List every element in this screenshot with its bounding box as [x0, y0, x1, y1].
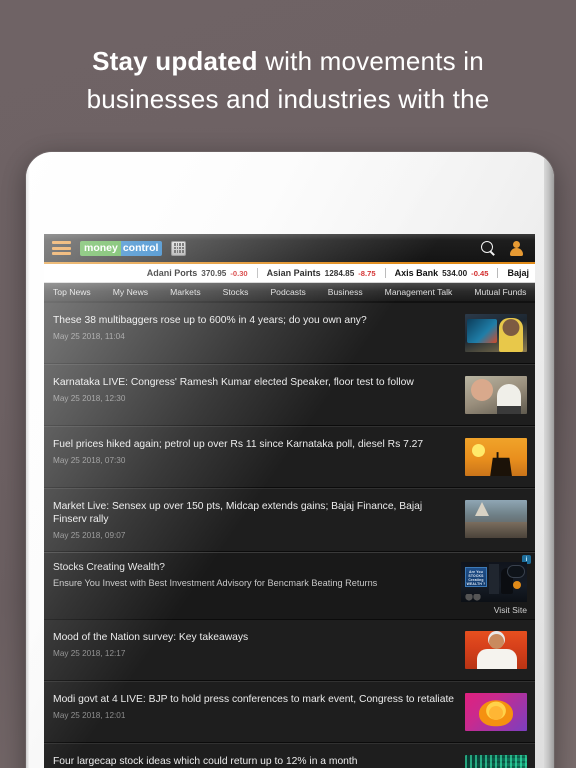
nav-tab-management-talk[interactable]: Management Talk	[374, 283, 464, 301]
news-thumbnail	[465, 376, 527, 414]
hamburger-bar	[52, 246, 71, 250]
ad-poster-text: Are You STOCKS Creating WEALTH ?	[466, 570, 486, 586]
news-thumbnail	[465, 500, 527, 538]
news-text-block: Mood of the Nation survey: Key takeaways…	[53, 631, 465, 658]
ad-title: Stocks Creating Wealth?	[53, 562, 165, 573]
news-date: May 25 2018, 12:17	[53, 649, 126, 658]
news-title: Modi govt at 4 LIVE: BJP to hold press c…	[53, 694, 455, 705]
news-title: Karnataka LIVE: Congress' Ramesh Kumar e…	[53, 377, 414, 388]
ticker-price: 370.95	[201, 269, 227, 278]
category-nav[interactable]: Top News My News Markets Stocks Podcasts…	[44, 283, 535, 303]
promo-headline: Stay updated with movements in businesse…	[0, 42, 576, 118]
ad-media-block: Are You STOCKS Creating WEALTH ? Visit S…	[453, 562, 527, 615]
news-title: Four largecap stock ideas which could re…	[53, 756, 358, 767]
moneycontrol-logo[interactable]: money control	[80, 240, 163, 256]
tablet-bezel-left	[26, 152, 30, 768]
news-text-block: Modi govt at 4 LIVE: BJP to hold press c…	[53, 693, 465, 720]
nav-tab-business[interactable]: Business	[317, 283, 374, 301]
sponsored-ad[interactable]: i Stocks Creating Wealth? Ensure You Inv…	[44, 552, 535, 620]
ad-creative-image: Are You STOCKS Creating WEALTH ?	[461, 562, 527, 602]
news-list-item[interactable]: Fuel prices hiked again; petrol up over …	[44, 426, 535, 488]
news-title: Fuel prices hiked again; petrol up over …	[53, 439, 424, 450]
logo-money-text: money	[80, 240, 121, 256]
header-actions	[481, 240, 527, 256]
ticker-item[interactable]: Asian Paints 1284.85 -8.75	[258, 268, 386, 278]
nav-tab-podcasts[interactable]: Podcasts	[259, 283, 316, 301]
ticker-item[interactable]: Axis Bank 534.00 -0.45	[386, 268, 499, 278]
news-title: Mood of the Nation survey: Key takeaways	[53, 632, 249, 643]
news-date: May 25 2018, 07:30	[53, 456, 126, 465]
news-thumbnail	[465, 438, 527, 476]
news-text-block: Fuel prices hiked again; petrol up over …	[53, 438, 465, 465]
news-text-block: These 38 multibaggers rose up to 600% in…	[53, 314, 465, 341]
news-list-item[interactable]: Four largecap stock ideas which could re…	[44, 743, 535, 768]
ad-poster: Are You STOCKS Creating WEALTH ?	[465, 567, 487, 587]
tablet-bezel-right	[544, 152, 554, 768]
ticker-name: Adani Ports	[146, 268, 198, 278]
hamburger-bar	[52, 241, 71, 244]
news-date: May 25 2018, 09:07	[53, 531, 126, 540]
tablet-device-frame: money control Adani Ports 370.95 -0.30 As…	[26, 152, 554, 768]
nav-tab-my-news[interactable]: My News	[102, 283, 159, 301]
nav-tab-stocks[interactable]: Stocks	[212, 283, 260, 301]
app-screen: money control Adani Ports 370.95 -0.30 As…	[44, 234, 535, 768]
promo-line-1-bold: Stay updated	[92, 46, 258, 76]
news-title: Market Live: Sensex up over 150 pts, Mid…	[53, 501, 423, 525]
news-text-block: Four largecap stock ideas which could re…	[53, 755, 465, 768]
promo-line-1: Stay updated with movements in	[36, 42, 540, 80]
news-date: May 25 2018, 11:04	[53, 332, 125, 341]
news-thumbnail	[465, 314, 527, 352]
news-list-item[interactable]: Modi govt at 4 LIVE: BJP to hold press c…	[44, 681, 535, 743]
ad-building-shape	[489, 564, 499, 594]
ad-speech-bubble	[507, 565, 525, 578]
news-thumbnail	[465, 693, 527, 731]
logo-control-text: control	[120, 240, 163, 256]
news-date: May 25 2018, 12:30	[53, 394, 126, 403]
ticker-change: -0.30	[230, 269, 248, 278]
ad-visit-site-link[interactable]: Visit Site	[494, 605, 527, 615]
stock-ticker[interactable]: Adani Ports 370.95 -0.30 Asian Paints 12…	[44, 264, 535, 283]
news-list: These 38 multibaggers rose up to 600% in…	[44, 303, 535, 768]
ticker-change: -8.75	[358, 269, 376, 278]
hamburger-menu-icon[interactable]	[52, 241, 71, 255]
news-title: These 38 multibaggers rose up to 600% in…	[53, 315, 367, 326]
ticker-name: Asian Paints	[266, 268, 321, 278]
app-header: money control	[44, 234, 535, 264]
account-icon[interactable]	[509, 240, 523, 256]
nav-tab-mutual-funds[interactable]: Mutual Funds	[463, 283, 535, 301]
hamburger-bar	[52, 252, 71, 255]
nav-tab-markets[interactable]: Markets	[159, 283, 212, 301]
news-text-block: Karnataka LIVE: Congress' Ramesh Kumar e…	[53, 376, 465, 403]
news-list-item[interactable]: Karnataka LIVE: Congress' Ramesh Kumar e…	[44, 364, 535, 426]
ticker-price: 1284.85	[324, 269, 355, 278]
ticker-name: Bajaj	[507, 268, 529, 278]
ticker-item[interactable]: Adani Ports 370.95 -0.30	[138, 268, 258, 278]
ad-subtitle: Ensure You Invest with Best Investment A…	[53, 578, 378, 588]
ad-coin-icon	[513, 581, 521, 589]
ticker-price: 534.00	[442, 269, 468, 278]
news-list-item[interactable]: These 38 multibaggers rose up to 600% in…	[44, 303, 535, 364]
news-text-block: Market Live: Sensex up over 150 pts, Mid…	[53, 500, 465, 540]
news-list-item[interactable]: Market Live: Sensex up over 150 pts, Mid…	[44, 488, 535, 552]
nav-tab-top-news[interactable]: Top News	[44, 283, 102, 301]
news-list-item[interactable]: Mood of the Nation survey: Key takeaways…	[44, 620, 535, 681]
promo-line-2: businesses and industries with the	[86, 84, 490, 114]
news-thumbnail	[465, 755, 527, 768]
ticker-name: Axis Bank	[394, 268, 439, 278]
calculator-icon[interactable]	[171, 240, 187, 256]
ticker-change: -0.45	[471, 269, 489, 278]
search-icon[interactable]	[481, 241, 495, 255]
news-date: May 25 2018, 12:01	[53, 711, 126, 720]
promo-line-1-rest: with movements in	[257, 46, 484, 76]
ad-people-shape	[465, 594, 481, 601]
news-thumbnail	[465, 631, 527, 669]
ad-text-block: Stocks Creating Wealth? Ensure You Inves…	[53, 562, 453, 589]
ticker-item[interactable]: Bajaj	[498, 268, 535, 278]
